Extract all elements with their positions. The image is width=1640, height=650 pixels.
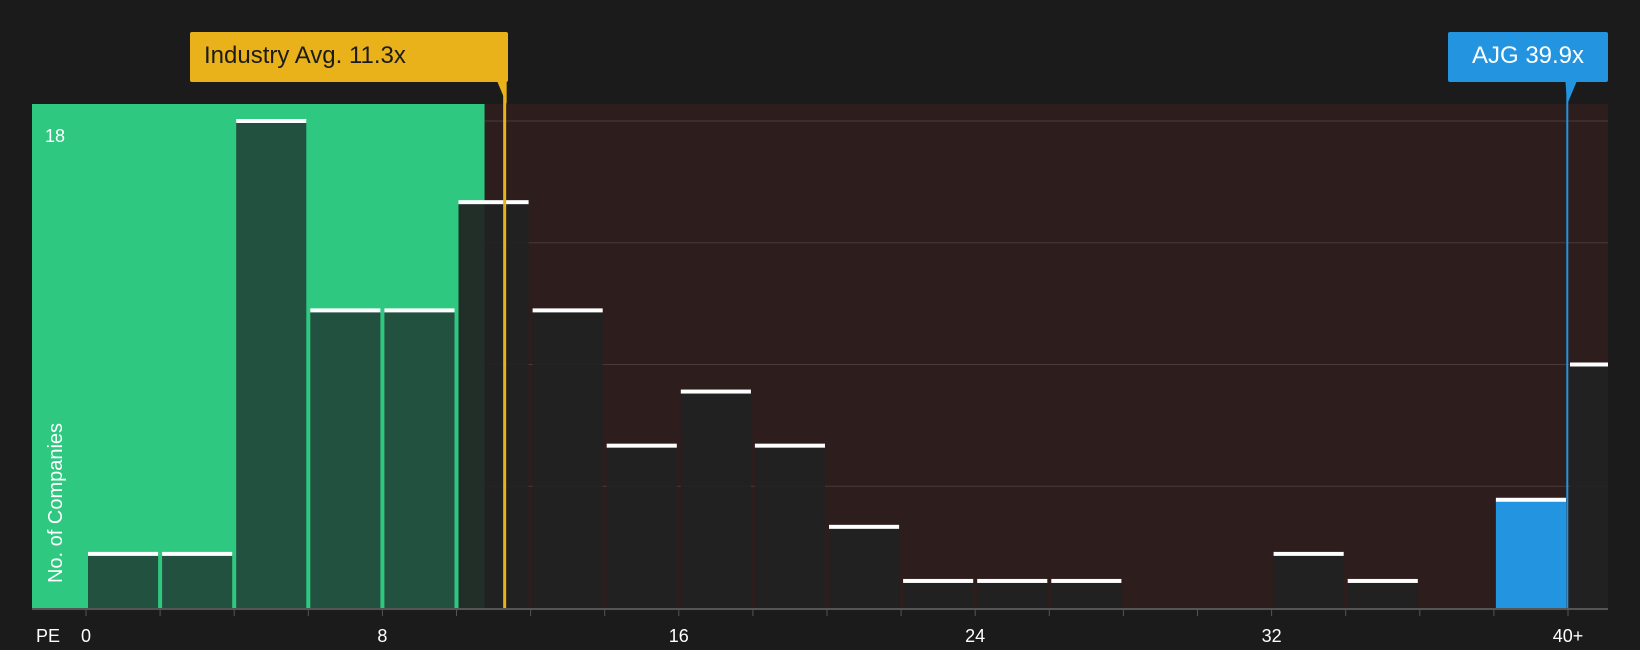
bar-top-marker [384,308,455,313]
chart-canvas: 0 8 16 24 32 40+ 18 No. of Companies PE [32,80,1608,646]
bar-top-marker [754,443,825,448]
histogram-bar [754,445,825,608]
x-axis-ticks: 0 8 16 24 32 40+ [81,608,1583,646]
histogram-bar [606,445,677,608]
histogram-bar [384,310,455,608]
x-tick-label: 32 [1262,626,1282,646]
x-tick-label: 8 [377,626,387,646]
histogram-bar [1570,364,1608,608]
bar-top-marker [1051,578,1122,583]
bar-top-marker [977,578,1048,583]
x-tick-label: 16 [669,626,689,646]
bar-top-marker [310,308,381,313]
pe-distribution-chart: 0 8 16 24 32 40+ 18 No. of Companies PE Indus… [0,0,1640,650]
histogram-bar [903,580,974,608]
industry-average-callout: Industry Avg. 11.3x [190,32,508,82]
bar-top-marker [829,524,900,529]
y-tick-label: 18 [45,126,65,146]
bar-top-marker [532,308,603,313]
x-axis-label: PE [36,626,60,646]
bar-top-marker [680,389,751,394]
bar-top-marker [88,551,159,556]
bar-top-marker [1273,551,1344,556]
bar-top-marker [162,551,233,556]
bar-top-marker [458,200,529,205]
histogram-bar [1273,553,1344,608]
histogram-bar [977,580,1048,608]
bar-top-marker [1347,578,1418,583]
y-axis-label: No. of Companies [45,423,67,583]
histogram-bar [1495,499,1566,608]
bar-top-marker [903,578,974,583]
histogram-bar [162,553,233,608]
x-tick-label: 24 [965,626,985,646]
histogram-bar [236,121,307,608]
bar-top-marker [1495,497,1566,502]
bar-top-marker [606,443,677,448]
histogram-bar [1051,580,1122,608]
x-tick-label: 0 [81,626,91,646]
histogram-bar [532,310,603,608]
company-callout-pointer [1565,80,1578,104]
histogram-bar [458,202,529,608]
bar-top-marker [236,119,307,123]
bar-top-marker [1570,362,1608,367]
histogram-bar [88,553,159,608]
histogram-bar [680,391,751,608]
histogram-bar [310,310,381,608]
company-pe-callout: AJG 39.9x [1448,32,1608,82]
histogram-bar [829,526,900,608]
histogram-bar [1347,580,1418,608]
x-tick-label: 40+ [1553,626,1584,646]
